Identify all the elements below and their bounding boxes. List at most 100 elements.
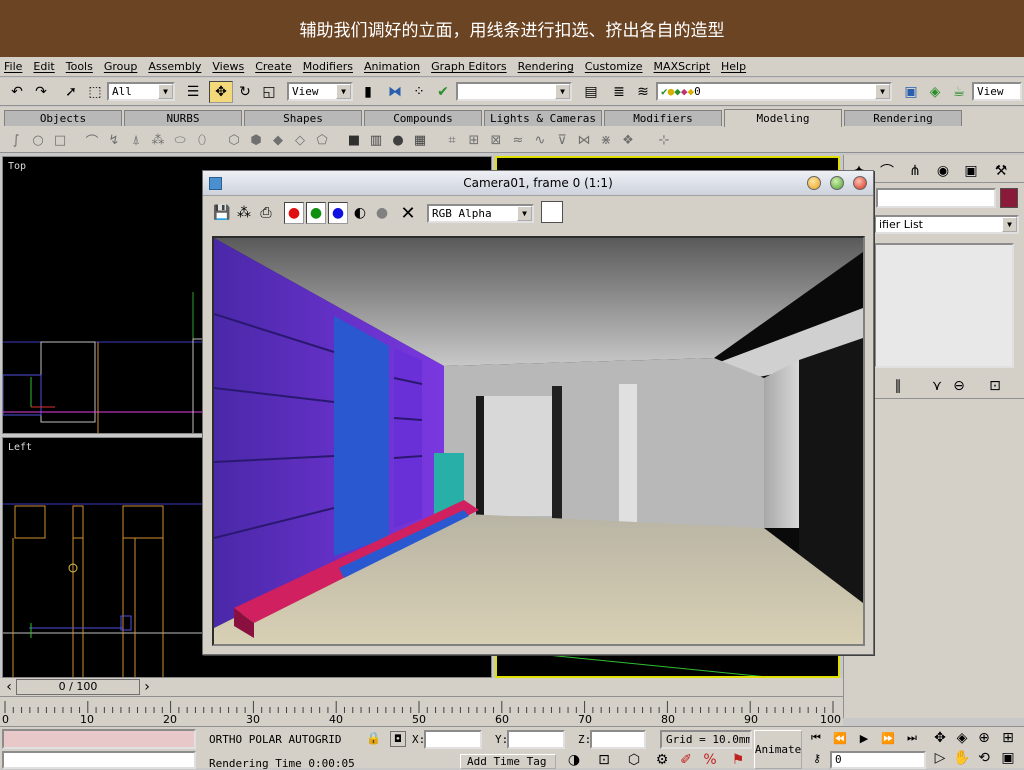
- x-coord-field[interactable]: [424, 730, 482, 749]
- spinner-snap-icon[interactable]: ⚙: [652, 751, 672, 769]
- zoom-extents-icon[interactable]: ⊞: [998, 729, 1018, 747]
- rectangle-icon[interactable]: □: [52, 132, 68, 148]
- show-end-result-icon[interactable]: ⋎: [926, 375, 948, 397]
- twist-icon[interactable]: ↯: [106, 132, 122, 148]
- named-selection-select[interactable]: ▼: [456, 82, 572, 101]
- ffd-icon[interactable]: ⊞: [466, 132, 482, 148]
- menu-graph-editors[interactable]: Graph Editors: [431, 60, 507, 73]
- wave-icon[interactable]: ≈: [510, 132, 526, 148]
- menu-assembly[interactable]: Assembly: [148, 60, 201, 73]
- minimize-icon[interactable]: [807, 176, 821, 190]
- tab-compounds[interactable]: Compounds: [364, 110, 482, 126]
- fov-icon[interactable]: ▷: [930, 749, 950, 767]
- stretch-icon[interactable]: ⬭: [172, 132, 188, 148]
- ffd-box-icon[interactable]: ⊠: [488, 132, 504, 148]
- hierarchy-tab-icon[interactable]: ⋔: [904, 160, 926, 182]
- undo-icon[interactable]: ↶: [6, 81, 28, 103]
- time-next-icon[interactable]: ›: [140, 679, 154, 695]
- edit-spline-icon[interactable]: ∫: [8, 132, 24, 148]
- add-time-tag-button[interactable]: Add Time Tag: [460, 754, 556, 769]
- monochrome-icon[interactable]: ●: [373, 202, 391, 224]
- bend-icon[interactable]: ⌒: [84, 132, 100, 150]
- sphere-icon[interactable]: ●: [390, 132, 406, 148]
- edit-poly-icon[interactable]: ◆: [270, 132, 286, 148]
- display-tab-icon[interactable]: ▣: [960, 160, 982, 182]
- time-prev-icon[interactable]: ‹: [2, 679, 16, 695]
- selection-filter-select[interactable]: All ▼: [107, 82, 175, 101]
- keyboard-shortcut-icon[interactable]: ⚑: [728, 751, 748, 769]
- motion-tab-icon[interactable]: ◉: [932, 160, 954, 182]
- schematic-icon[interactable]: ≣: [608, 81, 630, 103]
- align-icon[interactable]: ✔: [432, 81, 454, 103]
- edit-named-selection-icon[interactable]: ✐: [676, 751, 696, 769]
- select-arrow-icon[interactable]: ➚: [60, 81, 82, 103]
- red-channel-icon[interactable]: ●: [284, 202, 304, 224]
- maxscript-input[interactable]: [2, 751, 196, 769]
- rotate-icon[interactable]: ↻: [234, 81, 256, 103]
- go-to-end-icon[interactable]: ⏭: [902, 729, 922, 747]
- pin-stack-icon[interactable]: ∥: [886, 375, 910, 397]
- prev-frame-icon[interactable]: ⏪: [830, 729, 850, 747]
- menu-file[interactable]: File: [4, 60, 22, 73]
- array-icon[interactable]: ⁘: [408, 81, 430, 103]
- layer-select[interactable]: ✔ ● ◆ ◆ ◆ 0 ▼: [656, 82, 892, 101]
- circle-icon[interactable]: ○: [30, 132, 46, 148]
- redo-icon[interactable]: ↷: [30, 81, 52, 103]
- zoom-icon[interactable]: ⊕: [974, 729, 994, 747]
- track-bar[interactable]: 0 10 20 30 40 50 60 70 80 90 100: [0, 696, 843, 726]
- taper-icon[interactable]: ⍋: [128, 132, 144, 148]
- grid-icon[interactable]: ▦: [412, 132, 428, 148]
- select-by-name-icon[interactable]: ☰: [182, 81, 204, 103]
- object-color-swatch[interactable]: [1000, 188, 1018, 208]
- modifier-stack-list[interactable]: [874, 243, 1014, 368]
- melt-icon[interactable]: ⊽: [554, 132, 570, 148]
- cylinder-icon[interactable]: ▥: [368, 132, 384, 148]
- modify-tab-icon[interactable]: ⌒: [876, 160, 898, 182]
- maxscript-listener[interactable]: [2, 729, 196, 749]
- snap-toggle-icon[interactable]: ◑: [564, 751, 584, 769]
- pan-icon[interactable]: ✥: [930, 729, 950, 747]
- lattice-icon[interactable]: ⌗: [444, 132, 460, 148]
- arc-rotate-icon[interactable]: ⟲: [974, 749, 994, 767]
- menu-create[interactable]: Create: [255, 60, 292, 73]
- animate-button[interactable]: Animate: [754, 730, 802, 769]
- tab-modeling[interactable]: Modeling: [724, 109, 842, 127]
- absolute-mode-icon[interactable]: ◘: [390, 731, 406, 747]
- menu-animation[interactable]: Animation: [364, 60, 420, 73]
- menu-views[interactable]: Views: [212, 60, 244, 73]
- menu-rendering[interactable]: Rendering: [518, 60, 574, 73]
- print-icon[interactable]: ⎙: [257, 202, 275, 224]
- quick-render-icon[interactable]: ☕: [948, 81, 970, 103]
- alpha-channel-icon[interactable]: ◐: [351, 202, 369, 224]
- current-frame-field[interactable]: 0: [830, 751, 926, 769]
- tab-lights-cameras[interactable]: Lights & Cameras: [484, 110, 602, 126]
- angle-snap-icon[interactable]: ⊡: [594, 751, 614, 769]
- time-slider-thumb[interactable]: 0 / 100: [16, 679, 140, 695]
- make-unique-icon[interactable]: ⊖: [948, 375, 970, 397]
- clear-icon[interactable]: ✕: [399, 202, 417, 224]
- tab-rendering[interactable]: Rendering: [844, 110, 962, 126]
- edit-mesh-icon[interactable]: ⬢: [248, 132, 264, 148]
- pivot-icon[interactable]: ▮: [357, 81, 379, 103]
- tab-objects[interactable]: Objects: [4, 110, 122, 126]
- optimize-icon[interactable]: ⊹: [656, 132, 672, 148]
- move-icon[interactable]: ✥: [209, 81, 233, 103]
- configure-modifier-icon[interactable]: ⊡: [984, 375, 1006, 397]
- scale-icon[interactable]: ◱: [258, 81, 280, 103]
- percent-snap-icon[interactable]: ⬡: [624, 751, 644, 769]
- orbit-icon[interactable]: ◈: [952, 729, 972, 747]
- render-last-icon[interactable]: ◈: [924, 81, 946, 103]
- layer-manager-icon[interactable]: ≋: [632, 81, 654, 103]
- channel-display-select[interactable]: RGB Alpha ▼: [427, 204, 534, 223]
- ripple-icon[interactable]: ∿: [532, 132, 548, 148]
- menu-group[interactable]: Group: [104, 60, 138, 73]
- maximize-icon[interactable]: [830, 176, 844, 190]
- close-icon[interactable]: [853, 176, 867, 190]
- tab-modifiers[interactable]: Modifiers: [604, 110, 722, 126]
- clone-window-icon[interactable]: ⁂: [235, 202, 253, 224]
- y-coord-field[interactable]: [507, 730, 565, 749]
- menu-modifiers[interactable]: Modifiers: [303, 60, 353, 73]
- next-frame-icon[interactable]: ⏩: [878, 729, 898, 747]
- noise-icon[interactable]: ⁂: [150, 132, 166, 148]
- push-icon[interactable]: ⋇: [598, 132, 614, 148]
